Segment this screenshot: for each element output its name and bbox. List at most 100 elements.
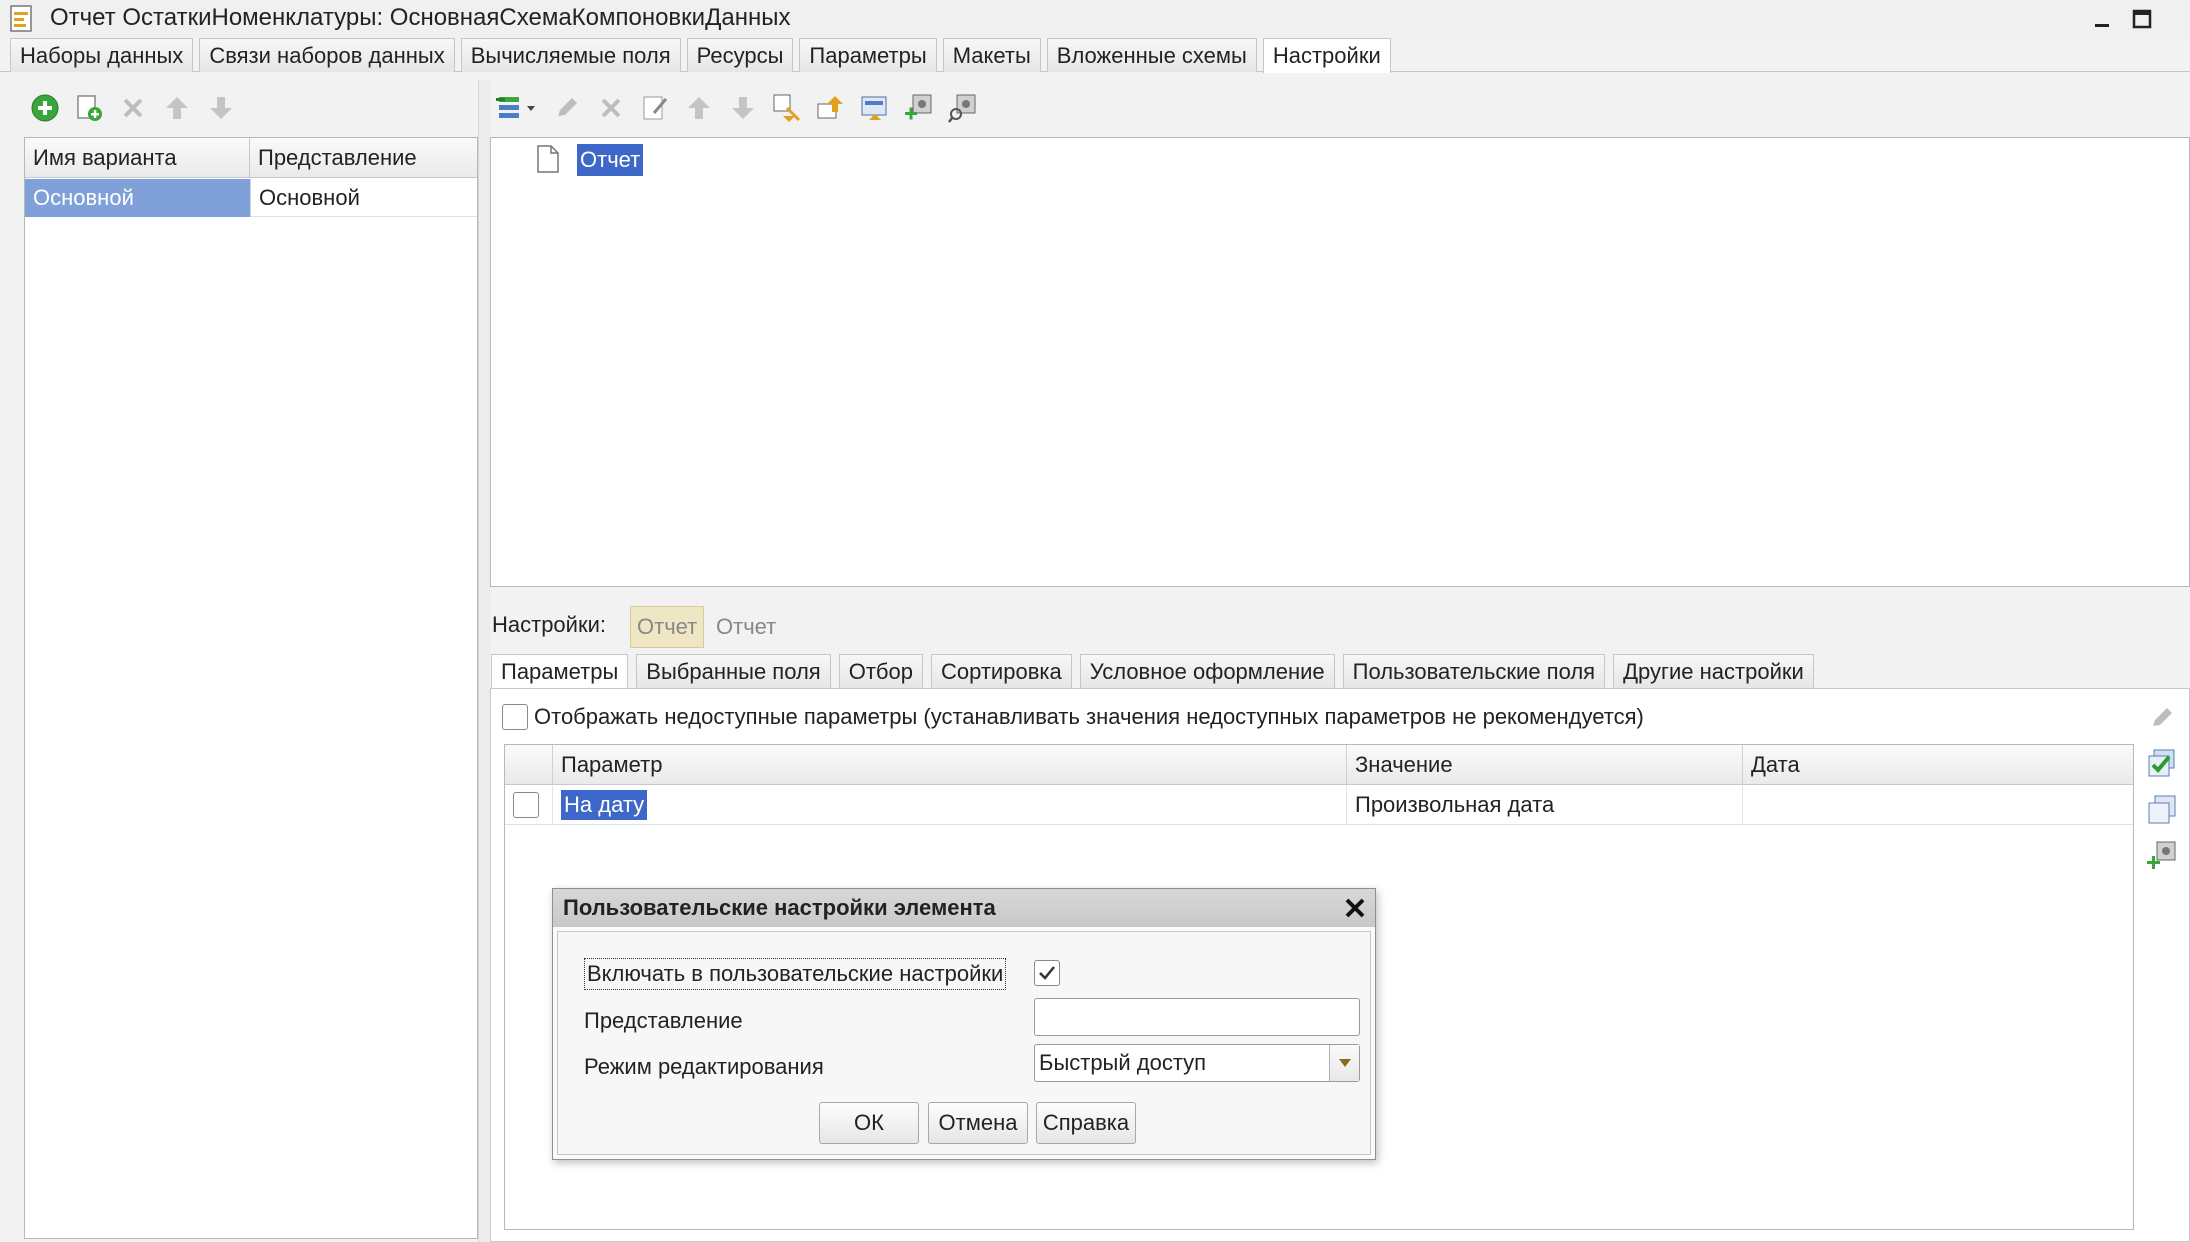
dialog-close-button[interactable] bbox=[1341, 894, 1369, 922]
checkmark-icon bbox=[1039, 966, 1055, 980]
top-tab-bar: Наборы данных Связи наборов данных Вычис… bbox=[10, 38, 1397, 73]
tab-selected-fields[interactable]: Выбранные поля bbox=[636, 654, 831, 688]
user-settings-button[interactable] bbox=[2144, 746, 2180, 782]
find-field-button[interactable] bbox=[946, 91, 980, 125]
arrow-down-icon bbox=[732, 97, 754, 119]
tab-resources[interactable]: Ресурсы bbox=[686, 38, 794, 72]
use-cell[interactable] bbox=[505, 785, 553, 825]
settings-label: Настройки: bbox=[492, 612, 606, 637]
group-icon bbox=[861, 96, 887, 120]
ok-button[interactable]: ОК bbox=[819, 1102, 919, 1144]
column-value[interactable]: Значение bbox=[1347, 745, 1743, 785]
close-icon bbox=[1345, 898, 1365, 918]
column-use bbox=[505, 745, 553, 785]
tab-user-fields[interactable]: Пользовательские поля bbox=[1342, 654, 1606, 688]
edit-mode-value: Быстрый доступ bbox=[1039, 1050, 1207, 1075]
column-date[interactable]: Дата bbox=[1743, 745, 2133, 785]
edit-mode-label: Режим редактирования bbox=[584, 1054, 824, 1079]
tree-node-report[interactable]: Отчет bbox=[577, 144, 644, 176]
add-field-button[interactable] bbox=[902, 91, 936, 125]
column-parameter[interactable]: Параметр bbox=[553, 745, 1347, 785]
properties-icon bbox=[643, 96, 668, 120]
add-setting-field-button[interactable] bbox=[2144, 838, 2180, 874]
move-up-element-button[interactable] bbox=[682, 91, 716, 125]
edit-mode-dropdown-button[interactable] bbox=[1329, 1045, 1359, 1081]
tab-filter[interactable]: Отбор bbox=[838, 654, 923, 688]
variants-table[interactable]: Имя варианта Представление Основной Осно… bbox=[24, 137, 478, 1239]
edit-mode-select[interactable]: Быстрый доступ bbox=[1034, 1044, 1360, 1082]
document-icon bbox=[535, 144, 561, 180]
add-group-button[interactable] bbox=[494, 91, 540, 125]
delete-variant-button[interactable] bbox=[116, 91, 150, 125]
tab-settings[interactable]: Настройки bbox=[1262, 38, 1391, 73]
settings-chip-report[interactable]: Отчет bbox=[710, 606, 782, 648]
properties-button[interactable] bbox=[638, 91, 672, 125]
value-cell[interactable]: Произвольная дата bbox=[1347, 785, 1743, 825]
move-level-up-button[interactable] bbox=[770, 91, 804, 125]
move-up-button[interactable] bbox=[160, 91, 194, 125]
variants-toolbar bbox=[28, 88, 238, 128]
tab-parameters-settings[interactable]: Параметры bbox=[491, 654, 629, 688]
show-unavailable-option[interactable]: Отображать недоступные параметры (устана… bbox=[502, 704, 1644, 730]
copy-settings-button[interactable] bbox=[2144, 792, 2180, 828]
settings-chip-report-active[interactable]: Отчет bbox=[630, 606, 705, 648]
add-variant-button[interactable] bbox=[28, 91, 62, 125]
presentation-input[interactable] bbox=[1034, 998, 1360, 1036]
copy-icon bbox=[2148, 795, 2176, 824]
move-level-down-button[interactable] bbox=[814, 91, 848, 125]
copy-variant-button[interactable] bbox=[72, 91, 106, 125]
move-down-element-button[interactable] bbox=[726, 91, 760, 125]
cancel-button[interactable]: Отмена bbox=[928, 1102, 1028, 1144]
maximize-button[interactable] bbox=[2124, 4, 2160, 34]
include-in-user-settings-label[interactable]: Включать в пользовательские настройки bbox=[584, 958, 1007, 990]
window-title: Отчет ОстаткиНоменклатуры: ОсновнаяСхема… bbox=[50, 4, 791, 31]
maximize-icon bbox=[2132, 9, 2152, 29]
column-variant-name[interactable]: Имя варианта bbox=[25, 138, 250, 178]
pencil-icon bbox=[2153, 708, 2172, 726]
level-up-icon bbox=[773, 94, 801, 122]
tab-datasets[interactable]: Наборы данных bbox=[10, 38, 194, 72]
variant-presentation-cell[interactable]: Основной bbox=[250, 179, 477, 217]
add-icon bbox=[31, 94, 59, 122]
delete-element-button[interactable] bbox=[594, 91, 628, 125]
structure-toolbar bbox=[494, 88, 980, 128]
settings-side-toolbar bbox=[2144, 700, 2184, 884]
group-elements-button[interactable] bbox=[858, 91, 892, 125]
include-in-user-settings-checkbox[interactable] bbox=[1034, 960, 1060, 986]
add-group-icon bbox=[496, 97, 535, 118]
structure-tree[interactable]: Отчет bbox=[490, 137, 2190, 587]
tab-sorting[interactable]: Сортировка bbox=[930, 654, 1072, 688]
tab-nested-schemas[interactable]: Вложенные схемы bbox=[1046, 38, 1257, 72]
parameter-use-checkbox[interactable] bbox=[513, 791, 539, 818]
tab-calculated-fields[interactable]: Вычисляемые поля bbox=[460, 38, 681, 72]
pencil-icon bbox=[558, 98, 577, 116]
date-cell[interactable] bbox=[1743, 785, 2133, 825]
pane-splitter[interactable] bbox=[478, 80, 490, 1242]
delete-icon bbox=[123, 98, 143, 118]
dialog-body: Включать в пользовательские настройки Пр… bbox=[557, 931, 1371, 1155]
move-down-button[interactable] bbox=[204, 91, 238, 125]
presentation-label: Представление bbox=[584, 1008, 743, 1033]
settings-search-icon bbox=[948, 94, 976, 123]
minimize-icon bbox=[2095, 24, 2109, 27]
copy-add-icon bbox=[77, 95, 102, 121]
report-icon bbox=[8, 4, 36, 34]
delete-icon bbox=[601, 98, 621, 118]
column-presentation[interactable]: Представление bbox=[250, 138, 477, 178]
arrow-down-icon bbox=[210, 97, 232, 119]
tab-dataset-links[interactable]: Связи наборов данных bbox=[199, 38, 455, 72]
user-settings-dialog: Пользовательские настройки элемента Вклю… bbox=[552, 888, 1376, 1160]
show-unavailable-checkbox[interactable] bbox=[502, 704, 528, 730]
user-settings-icon bbox=[2148, 749, 2175, 777]
variant-name-cell[interactable]: Основной bbox=[25, 179, 250, 217]
minimize-button[interactable] bbox=[2084, 4, 2120, 34]
tab-other-settings[interactable]: Другие настройки bbox=[1613, 654, 1814, 688]
parameter-cell[interactable]: На дату bbox=[553, 785, 1347, 825]
edit-setting-button[interactable] bbox=[2144, 700, 2180, 736]
edit-button[interactable] bbox=[550, 91, 584, 125]
help-button[interactable]: Справка bbox=[1036, 1102, 1136, 1144]
tab-layouts[interactable]: Макеты bbox=[942, 38, 1041, 72]
chevron-down-icon bbox=[1338, 1059, 1351, 1067]
tab-parameters[interactable]: Параметры bbox=[799, 38, 937, 72]
tab-conditional-appearance[interactable]: Условное оформление bbox=[1079, 654, 1335, 688]
